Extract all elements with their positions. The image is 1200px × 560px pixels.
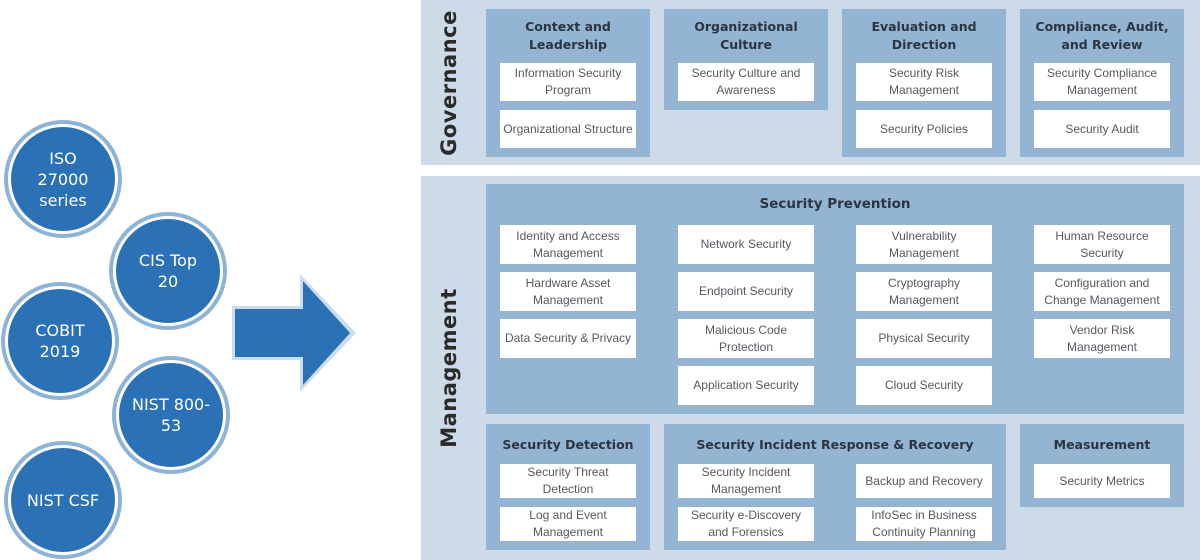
governance-label: Governance	[437, 9, 461, 156]
item-security-metrics: Security Metrics	[1034, 464, 1170, 498]
group-context-and-leadership: Context and Leadership Information Secur…	[486, 9, 650, 157]
item-security-risk-management: Security Risk Management	[856, 63, 992, 101]
framework-nist-csf: NIST CSF	[8, 445, 118, 555]
item-vulnerability-management: Vulnerability Management	[856, 225, 992, 264]
item-security-audit: Security Audit	[1034, 110, 1170, 148]
item-security-e-discovery-forensics: Security e-Discovery and Forensics	[678, 507, 814, 541]
item-human-resource-security: Human Resource Security	[1034, 225, 1170, 264]
item-application-security: Application Security	[678, 366, 814, 405]
framework-nist-800-53: NIST 800- 53	[116, 360, 226, 470]
management-label: Management	[437, 288, 462, 448]
group-title: Measurement	[1053, 437, 1151, 452]
group-title: Evaluation and Direction	[871, 19, 977, 52]
item-malicious-code-protection: Malicious Code Protection	[678, 319, 814, 358]
group-compliance-audit-review: Compliance, Audit, and Review Security C…	[1020, 9, 1184, 157]
group-title: Compliance, Audit, and Review	[1035, 19, 1169, 52]
group-title: Security Incident Response & Recovery	[696, 437, 974, 452]
governance-label-wrap: Governance	[421, 0, 477, 165]
group-measurement: Measurement Security Metrics	[1020, 424, 1184, 507]
item-data-security-privacy: Data Security & Privacy	[500, 319, 636, 358]
group-evaluation-and-direction: Evaluation and Direction Security Risk M…	[842, 9, 1006, 157]
item-security-compliance-management: Security Compliance Management	[1034, 63, 1170, 101]
management-label-wrap: Management	[421, 176, 477, 560]
item-cryptography-management: Cryptography Management	[856, 272, 992, 311]
item-network-security: Network Security	[678, 225, 814, 264]
group-security-detection: Security Detection Security Threat Detec…	[486, 424, 650, 550]
framework-cobit-2019: COBIT 2019	[5, 286, 115, 396]
group-title: Security Prevention	[759, 196, 911, 212]
item-security-threat-detection: Security Threat Detection	[500, 464, 636, 498]
item-security-policies: Security Policies	[856, 110, 992, 148]
item-backup-and-recovery: Backup and Recovery	[856, 464, 992, 498]
item-identity-and-access-management: Identity and Access Management	[500, 225, 636, 264]
item-security-incident-management: Security Incident Management	[678, 464, 814, 498]
framework-iso-27000: ISO 27000 series	[8, 124, 118, 234]
group-security-prevention: Security Prevention Identity and Access …	[486, 184, 1184, 414]
item-vendor-risk-management: Vendor Risk Management	[1034, 319, 1170, 358]
item-security-culture-and-awareness: Security Culture and Awareness	[678, 63, 814, 101]
group-title: Context and Leadership	[525, 19, 611, 52]
item-cloud-security: Cloud Security	[856, 366, 992, 405]
item-endpoint-security: Endpoint Security	[678, 272, 814, 311]
item-organizational-structure: Organizational Structure	[500, 110, 636, 148]
item-infosec-business-continuity-planning: InfoSec in Business Continuity Planning	[856, 507, 992, 541]
group-title: Security Detection	[502, 437, 634, 452]
governance-section: Governance Context and Leadership Inform…	[421, 0, 1200, 165]
item-log-and-event-management: Log and Event Management	[500, 507, 636, 541]
group-organizational-culture: Organizational Culture Security Culture …	[664, 9, 828, 110]
group-security-incident-response-recovery: Security Incident Response & Recovery Se…	[664, 424, 1006, 550]
right-arrow-icon	[232, 274, 356, 392]
item-information-security-program: Information Security Program	[500, 63, 636, 101]
group-title: Organizational Culture	[694, 19, 798, 52]
management-section: Management Security Prevention Identity …	[421, 176, 1200, 560]
item-hardware-asset-management: Hardware Asset Management	[500, 272, 636, 311]
item-physical-security: Physical Security	[856, 319, 992, 358]
framework-cis-top-20: CIS Top 20	[113, 216, 223, 326]
item-configuration-and-change-management: Configuration and Change Management	[1034, 272, 1170, 311]
